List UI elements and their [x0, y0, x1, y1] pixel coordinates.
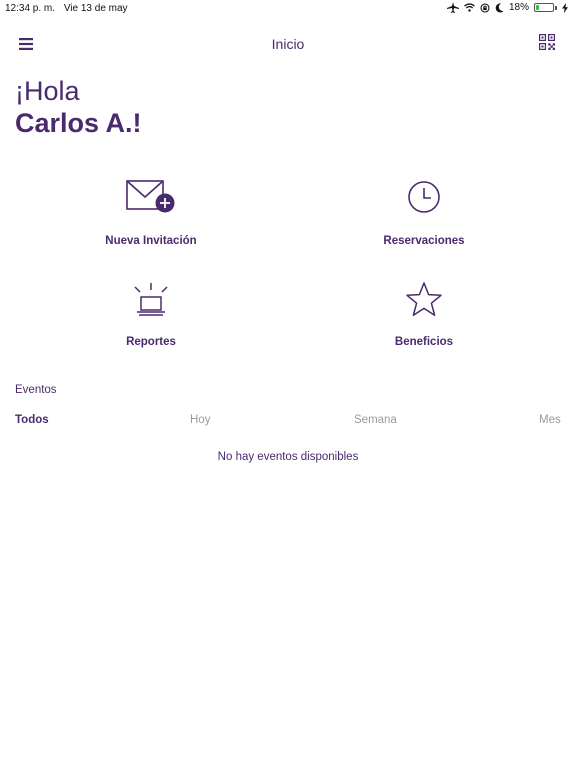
battery-icon [534, 3, 554, 12]
navigation-bar: Inicio [0, 18, 576, 70]
charging-bolt-icon [562, 2, 568, 13]
status-right: 18% [446, 2, 568, 13]
battery-level [536, 5, 539, 10]
clock-icon [408, 181, 440, 213]
page-title: Inicio [271, 36, 305, 52]
reservations-button[interactable]: Reservaciones [324, 180, 524, 270]
qr-button[interactable] [539, 34, 557, 52]
filter-tab-todos[interactable]: Todos [15, 414, 49, 426]
airplane-icon [446, 2, 459, 13]
empty-events-message: No hay eventos disponibles [217, 451, 359, 463]
rotation-lock-icon [480, 2, 490, 13]
alarm-bell-icon [134, 283, 168, 316]
status-date: Vie 13 de may [63, 3, 128, 14]
reservations-label: Reservaciones [383, 235, 465, 247]
status-bar: 12:34 p. m. Vie 13 de may 18% [0, 0, 576, 18]
qr-code-icon [539, 34, 556, 51]
status-time: 12:34 p. m. [5, 3, 56, 14]
status-left: 12:34 p. m. Vie 13 de may [5, 3, 134, 14]
benefits-label: Beneficios [394, 336, 454, 348]
envelope-plus-icon [126, 180, 175, 213]
events-section-title: Eventos [15, 384, 57, 396]
filter-tab-mes[interactable]: Mes [539, 414, 561, 426]
battery-percent: 18% [508, 2, 529, 13]
star-icon [406, 282, 442, 316]
new-invitation-label: Nueva Invitación [105, 235, 197, 247]
new-invitation-button[interactable]: Nueva Invitación [51, 180, 251, 270]
filter-tab-semana[interactable]: Semana [354, 414, 397, 426]
benefits-button[interactable]: Beneficios [324, 281, 524, 371]
reports-button[interactable]: Reportes [51, 281, 251, 371]
greeting-text: ¡Hola [15, 76, 80, 106]
wifi-icon [464, 3, 475, 12]
moon-icon [495, 2, 504, 12]
user-name: Carlos A.! [15, 108, 142, 138]
battery-cap [555, 5, 557, 10]
filter-tab-hoy[interactable]: Hoy [190, 414, 210, 426]
reports-label: Reportes [126, 336, 176, 348]
